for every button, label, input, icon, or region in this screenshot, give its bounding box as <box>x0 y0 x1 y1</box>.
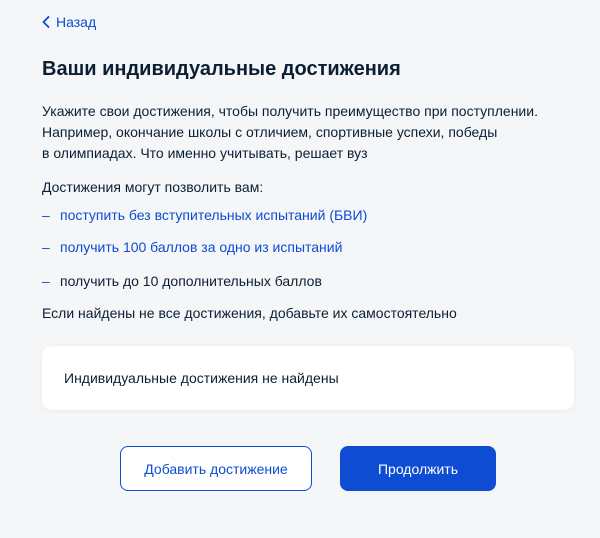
page-title: Ваши индивидуальные достижения <box>42 58 401 80</box>
benefits-label: Достижения могут позволить вам: <box>42 179 264 195</box>
intro-line: Укажите свои достижения, чтобы получить … <box>42 103 538 119</box>
page: Назад Ваши индивидуальные достижения Ука… <box>0 0 600 538</box>
notice-text: Если найдены не все достижения, добавьте… <box>42 305 457 321</box>
back-link-label: Назад <box>56 14 97 30</box>
benefit-link[interactable]: поступить без вступительных испытаний (Б… <box>60 206 367 224</box>
back-link[interactable]: Назад <box>42 14 96 30</box>
benefit-text: получить до 10 дополнительных баллов <box>60 273 322 289</box>
continue-button[interactable]: Продолжить <box>340 446 496 491</box>
benefit-item-extra-points: – получить до 10 дополнительных баллов <box>42 272 322 290</box>
dash-bullet: – <box>42 239 50 255</box>
empty-achievements-card: Индивидуальные достижения не найдены <box>42 346 574 410</box>
benefit-item-100-points[interactable]: – получить 100 баллов за одно из испытан… <box>42 238 342 256</box>
add-achievement-button[interactable]: Добавить достижение <box>120 446 312 491</box>
chevron-left-icon <box>42 16 50 28</box>
empty-state-text: Индивидуальные достижения не найдены <box>64 370 339 386</box>
dash-bullet: – <box>42 273 50 289</box>
intro-line: в олимпиадах. Что именно учитывать, реша… <box>42 145 368 161</box>
dash-bullet: – <box>42 207 50 223</box>
intro-text: Укажите свои достижения, чтобы получить … <box>42 101 562 164</box>
benefit-item-bvi[interactable]: – поступить без вступительных испытаний … <box>42 206 367 224</box>
intro-line: Например, окончание школы с отличием, сп… <box>42 124 498 140</box>
benefit-link[interactable]: получить 100 баллов за одно из испытаний <box>60 238 342 256</box>
